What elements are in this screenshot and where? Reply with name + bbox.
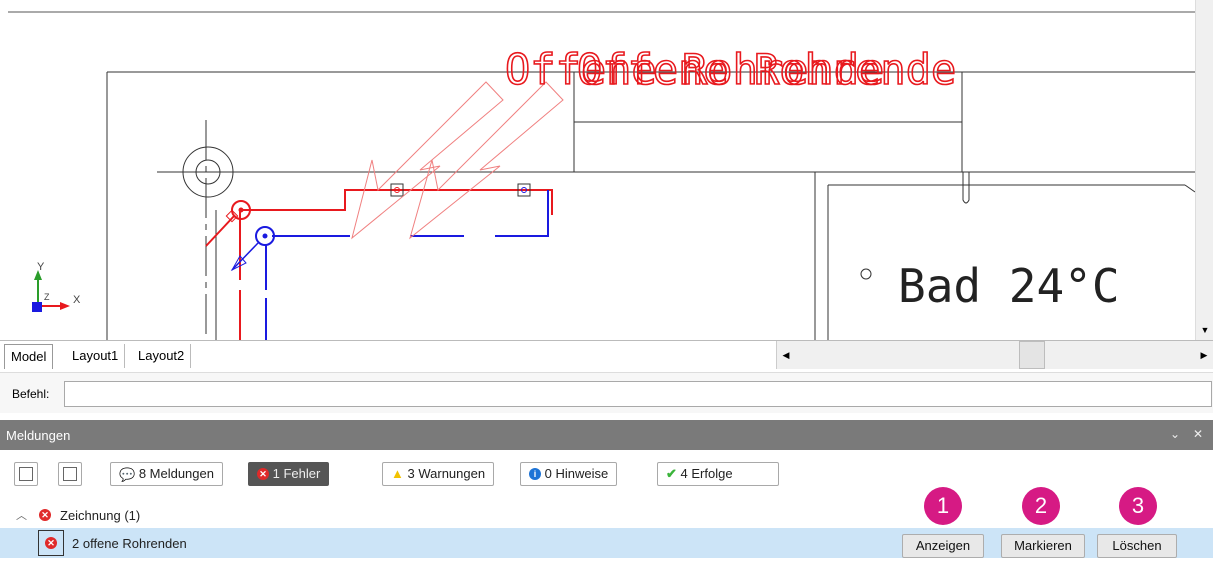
chevron-up-icon[interactable]: ︿ — [16, 507, 27, 523]
filter-hints-label: 0 Hinweise — [544, 466, 609, 481]
open-pipe-annotation-2: Offene Rohrende — [577, 45, 956, 94]
info-icon: i — [529, 467, 541, 480]
tree-group-label: Zeichnung (1) — [60, 508, 141, 523]
collapse-all-icon — [63, 466, 77, 481]
tree-item-label: 2 offene Rohrenden — [72, 536, 187, 551]
tree-item-open-pipe-ends[interactable]: ✕ 2 offene Rohrenden Anzeigen Markieren … — [0, 528, 1213, 558]
command-line: Befehl: — [0, 372, 1213, 413]
filter-messages-label: 8 Meldungen — [138, 466, 214, 481]
filter-errors-label: 1 Fehler — [272, 466, 321, 481]
filter-successes-label: 4 Erfolge — [680, 466, 733, 481]
check-icon: ✔ — [666, 466, 677, 481]
warning-icon: ▲ — [391, 466, 404, 481]
error-icon: ✕ — [45, 537, 57, 549]
speech-bubble-icon: 💬 — [119, 466, 136, 482]
tab-layout1[interactable]: Layout1 — [66, 344, 126, 368]
filter-warnings-label: 3 Warnungen — [407, 466, 486, 481]
expand-all-icon — [19, 466, 33, 481]
close-panel-icon[interactable]: ✕ — [1193, 427, 1203, 441]
filter-errors-button[interactable]: ✕ 1 Fehler — [248, 462, 330, 486]
scroll-left-icon[interactable]: ◀ — [779, 347, 793, 363]
filter-successes-button[interactable]: ✔ 4 Erfolge — [657, 462, 779, 486]
scroll-thumb[interactable] — [1019, 341, 1045, 369]
svg-text:X: X — [73, 294, 81, 306]
tab-model[interactable]: Model — [4, 344, 54, 369]
filter-hints-button[interactable]: i 0 Hinweise — [520, 462, 618, 486]
svg-text:Y: Y — [37, 261, 45, 273]
delete-button[interactable]: Löschen — [1097, 534, 1177, 558]
error-icon: ✕ — [257, 467, 269, 480]
scroll-down-icon[interactable]: ▼ — [1197, 321, 1213, 339]
callout-marker-3: 3 — [1119, 487, 1157, 525]
filter-warnings-button[interactable]: ▲ 3 Warnungen — [382, 462, 495, 486]
ucs-icon: Y X Z — [32, 261, 81, 312]
collapse-panel-icon[interactable]: ⌄ — [1170, 427, 1180, 441]
expand-all-button[interactable] — [14, 462, 38, 486]
show-button[interactable]: Anzeigen — [902, 534, 984, 558]
mark-button[interactable]: Markieren — [1001, 534, 1085, 558]
collapse-all-button[interactable] — [58, 462, 82, 486]
svg-text:Z: Z — [44, 292, 50, 302]
vertical-scrollbar[interactable]: ▼ — [1195, 0, 1213, 340]
tab-layout2[interactable]: Layout2 — [132, 344, 192, 368]
filter-messages-button[interactable]: 💬 8 Meldungen — [110, 462, 223, 486]
panel-title: Meldungen — [6, 428, 71, 443]
scroll-right-icon[interactable]: ▶ — [1197, 347, 1211, 363]
room-label: Bad 24°C — [898, 259, 1120, 313]
command-label: Befehl: — [12, 387, 50, 401]
command-input[interactable] — [64, 381, 1212, 407]
callout-marker-2: 2 — [1022, 487, 1060, 525]
horizontal-scrollbar[interactable]: ◀ ▶ — [776, 341, 1213, 369]
floor-plan-drawing: Offene Rohrende Offene Rohrende Bad 24°C… — [8, 11, 1196, 340]
messages-panel-header: Meldungen ⌄ ✕ — [0, 420, 1213, 450]
drawing-canvas[interactable]: Offene Rohrende Offene Rohrende Bad 24°C… — [0, 0, 1213, 340]
callout-marker-1: 1 — [924, 487, 962, 525]
error-icon: ✕ — [39, 509, 51, 521]
